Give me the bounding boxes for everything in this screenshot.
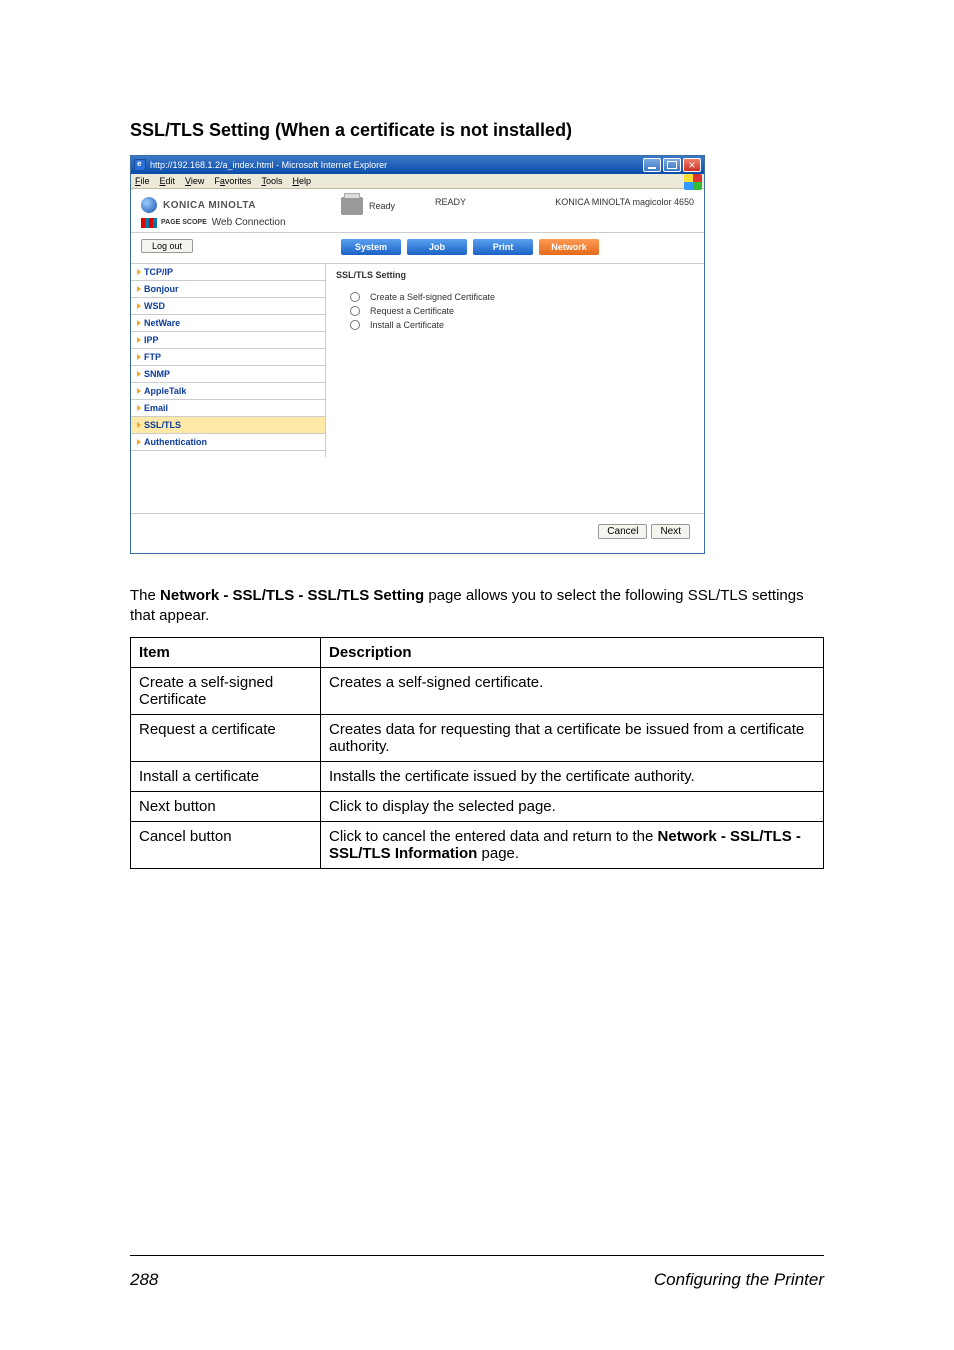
content-footer: Cancel Next [131,514,704,553]
chevron-right-icon [137,354,141,360]
section-heading: SSL/TLS Setting (When a certificate is n… [130,120,824,141]
table-row: Install a certificate Installs the certi… [131,761,824,791]
sidebar-item-ssltls[interactable]: SSL/TLS [131,417,325,434]
sidebar-item-ipp[interactable]: IPP [131,332,325,349]
radio-request-cert[interactable]: Request a Certificate [350,306,694,316]
table-row: Request a certificate Creates data for r… [131,714,824,761]
radio-input[interactable] [350,306,360,316]
app-header: KONICA MINOLTA PAGE SCOPE Web Connection… [131,189,704,233]
chevron-right-icon [137,388,141,394]
sidebar-item-email[interactable]: Email [131,400,325,417]
table-header-item: Item [131,637,321,667]
table-row: Cancel button Click to cancel the entere… [131,821,824,868]
menu-view[interactable]: View [185,176,204,186]
web-connection-label: Web Connection [212,217,286,228]
cell-desc: Creates a self-signed certificate. [321,667,824,714]
cell-desc: Click to cancel the entered data and ret… [321,821,824,868]
description-paragraph: The Network - SSL/TLS - SSL/TLS Setting … [130,586,824,627]
page-number: 288 [130,1270,158,1290]
menu-file[interactable]: File [135,176,150,186]
sidebar-item-netware[interactable]: NetWare [131,315,325,332]
radio-input[interactable] [350,292,360,302]
sidebar-item-appletalk[interactable]: AppleTalk [131,383,325,400]
sidebar-item-snmp[interactable]: SNMP [131,366,325,383]
menu-help[interactable]: Help [292,176,311,186]
cell-item: Next button [131,791,321,821]
radio-label: Request a Certificate [370,306,454,316]
chevron-right-icon [137,286,141,292]
chevron-right-icon [137,269,141,275]
pagescope-label: PAGE SCOPE [161,219,207,226]
tab-bar: System Job Print Network [341,239,599,255]
sidebar-item-ftp[interactable]: FTP [131,349,325,366]
radio-install-cert[interactable]: Install a Certificate [350,320,694,330]
device-name: KONICA MINOLTA magicolor 4650 [555,197,694,228]
printer-icon [341,197,363,215]
radio-label: Create a Self-signed Certificate [370,292,495,302]
sidebar-item-authentication[interactable]: Authentication [131,434,325,451]
table-row: Next button Click to display the selecte… [131,791,824,821]
tab-network[interactable]: Network [539,239,599,255]
footer-rule [130,1255,824,1256]
konica-logo-icon [141,197,157,213]
chevron-right-icon [137,337,141,343]
minimize-button[interactable] [643,158,661,172]
sidebar-item-bonjour[interactable]: Bonjour [131,281,325,298]
chevron-right-icon [137,371,141,377]
pagescope-icon [141,218,157,228]
content-title: SSL/TLS Setting [336,270,694,280]
menu-favorites[interactable]: Favorites [214,176,251,186]
sidebar: TCP/IP Bonjour WSD NetWare IPP FTP SNMP … [131,264,326,457]
radio-input[interactable] [350,320,360,330]
cell-desc: Click to display the selected page. [321,791,824,821]
chevron-right-icon [137,439,141,445]
cell-item: Install a certificate [131,761,321,791]
cell-desc: Installs the certificate issued by the c… [321,761,824,791]
cell-desc: Creates data for requesting that a certi… [321,714,824,761]
content-pane: SSL/TLS Setting Create a Self-signed Cer… [326,264,704,457]
sidebar-item-tcpip[interactable]: TCP/IP [131,264,325,281]
close-button[interactable] [683,158,701,172]
status-value: READY [435,197,466,207]
browser-window: http://192.168.1.2/a_index.html - Micros… [130,155,705,554]
ie-icon [134,159,146,171]
menu-edit[interactable]: Edit [160,176,176,186]
chevron-right-icon [137,422,141,428]
tab-system[interactable]: System [341,239,401,255]
cell-item: Request a certificate [131,714,321,761]
radio-create-selfsigned[interactable]: Create a Self-signed Certificate [350,292,694,302]
radio-label: Install a Certificate [370,320,444,330]
browser-menubar: File Edit View Favorites Tools Help [131,174,704,189]
menu-tools[interactable]: Tools [261,176,282,186]
cell-item: Create a self-signed Certificate [131,667,321,714]
browser-titlebar: http://192.168.1.2/a_index.html - Micros… [131,156,704,174]
browser-title: http://192.168.1.2/a_index.html - Micros… [150,160,387,170]
cancel-button[interactable]: Cancel [598,524,647,539]
status-label: Ready [369,201,395,211]
tab-job[interactable]: Job [407,239,467,255]
maximize-button[interactable] [663,158,681,172]
windows-logo-icon [684,174,702,190]
tab-print[interactable]: Print [473,239,533,255]
chevron-right-icon [137,303,141,309]
chevron-right-icon [137,405,141,411]
settings-table: Item Description Create a self-signed Ce… [130,637,824,869]
page-footer-title: Configuring the Printer [654,1270,824,1290]
table-row: Create a self-signed Certificate Creates… [131,667,824,714]
next-button[interactable]: Next [651,524,690,539]
table-header-desc: Description [321,637,824,667]
chevron-right-icon [137,320,141,326]
cell-item: Cancel button [131,821,321,868]
sidebar-item-wsd[interactable]: WSD [131,298,325,315]
brand-name: KONICA MINOLTA [163,200,256,211]
logout-button[interactable]: Log out [141,239,193,253]
window-controls [643,158,701,172]
